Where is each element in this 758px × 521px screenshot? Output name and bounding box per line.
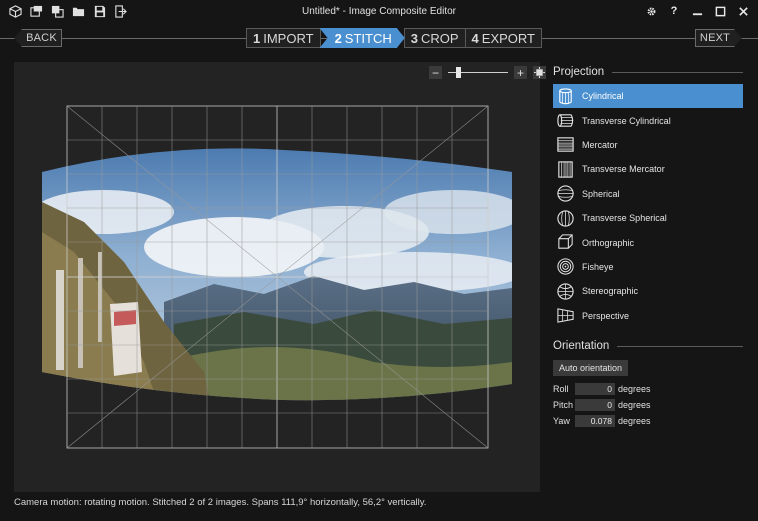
projection-label: Fisheye [582,261,614,272]
step-number: 1 [253,30,261,46]
section-divider [612,71,743,73]
step-stitch[interactable]: 2 STITCH [320,28,405,48]
mercator-icon [557,137,574,153]
section-divider [617,345,743,347]
transverse-cylindrical-icon [557,114,574,127]
yaw-label: Yaw [553,415,570,426]
title-bar: Untitled* - Image Composite Editor ? [0,0,758,24]
step-label: EXPORT [481,30,535,46]
orientation-title: Orientation [553,340,610,352]
step-number: 4 [471,30,479,46]
roll-input[interactable] [575,382,615,395]
status-text: Camera motion: rotating motion. Stitched… [14,497,427,508]
projection-item-stereographic[interactable]: Stereographic [553,279,743,303]
pitch-row: Pitch degrees [553,398,743,411]
roll-label: Roll [553,383,569,394]
zoom-slider-thumb[interactable] [456,67,462,78]
pitch-label: Pitch [553,399,574,410]
wizard-step-bar: BACK 1 IMPORT 2 STITCH 3 CROP 4 EXPORT N… [0,26,758,52]
zoom-out-button[interactable]: − [429,66,442,79]
zoom-to-fit-icon[interactable] [533,66,546,79]
back-button[interactable]: BACK [14,29,62,47]
panorama-preview[interactable] [14,62,540,492]
fisheye-icon [557,258,574,276]
roll-row: Roll degrees [553,382,743,395]
spherical-icon [557,185,574,202]
orientation-header: Orientation [553,338,743,354]
projection-label: Transverse Spherical [582,213,667,224]
pitch-input[interactable] [575,398,615,411]
maximize-button[interactable] [713,4,727,18]
next-button[interactable]: NEXT [695,29,742,47]
yaw-row: Yaw degrees [553,414,743,427]
projection-list: Cylindrical Transverse Cylindrical Merca… [553,84,743,328]
stereographic-icon [557,283,574,300]
projection-item-mercator[interactable]: Mercator [553,133,743,157]
orientation-panel: Orientation Auto orientation Roll degree… [553,338,743,427]
transverse-mercator-icon [558,161,573,178]
perspective-icon [557,308,574,323]
projection-item-transverse-spherical[interactable]: Transverse Spherical [553,206,743,230]
projection-label: Orthographic [582,237,635,248]
step-label: STITCH [344,30,392,46]
step-import[interactable]: 1 IMPORT [246,28,321,48]
projection-title: Projection [553,66,605,78]
projection-label: Cylindrical [582,91,624,102]
projection-item-transverse-cylindrical[interactable]: Transverse Cylindrical [553,108,743,132]
help-button[interactable]: ? [667,4,681,18]
projection-label: Transverse Mercator [582,164,665,175]
projection-item-perspective[interactable]: Perspective [553,304,743,328]
stitch-canvas[interactable]: − + [14,62,546,492]
step-tabs: 1 IMPORT 2 STITCH 3 CROP 4 EXPORT [246,28,542,48]
step-number: 3 [410,30,418,46]
projection-item-cylindrical[interactable]: Cylindrical [553,84,743,109]
orthographic-icon [558,234,573,249]
close-button[interactable] [736,4,750,18]
cylindrical-icon [559,88,572,104]
zoom-slider[interactable] [448,66,508,79]
projection-label: Transverse Cylindrical [582,115,671,126]
projection-label: Perspective [582,310,630,321]
zoom-controls: − + [429,66,546,79]
step-number: 2 [334,30,342,46]
gear-icon[interactable] [644,4,658,18]
roll-unit: degrees [618,383,651,394]
projection-item-transverse-mercator[interactable]: Transverse Mercator [553,157,743,181]
yaw-unit: degrees [618,415,651,426]
projection-label: Mercator [582,139,618,150]
zoom-in-button[interactable]: + [514,66,527,79]
projection-item-orthographic[interactable]: Orthographic [553,230,743,254]
step-export[interactable]: 4 EXPORT [464,28,542,48]
pitch-unit: degrees [618,399,651,410]
projection-label: Stereographic [582,286,639,297]
projection-label: Spherical [582,188,620,199]
step-label: IMPORT [263,30,314,46]
transverse-spherical-icon [557,209,574,227]
minimize-button[interactable] [690,4,704,18]
step-crop[interactable]: 3 CROP [403,28,466,48]
projection-header: Projection [553,64,743,80]
projection-item-fisheye[interactable]: Fisheye [553,255,743,279]
window-controls: ? [644,4,750,18]
yaw-input[interactable] [575,414,615,427]
projection-item-spherical[interactable]: Spherical [553,182,743,206]
auto-orientation-button[interactable]: Auto orientation [553,360,629,376]
projection-panel: Projection Cylindrical Transverse Cylind… [553,64,743,328]
step-label: CROP [420,30,459,46]
